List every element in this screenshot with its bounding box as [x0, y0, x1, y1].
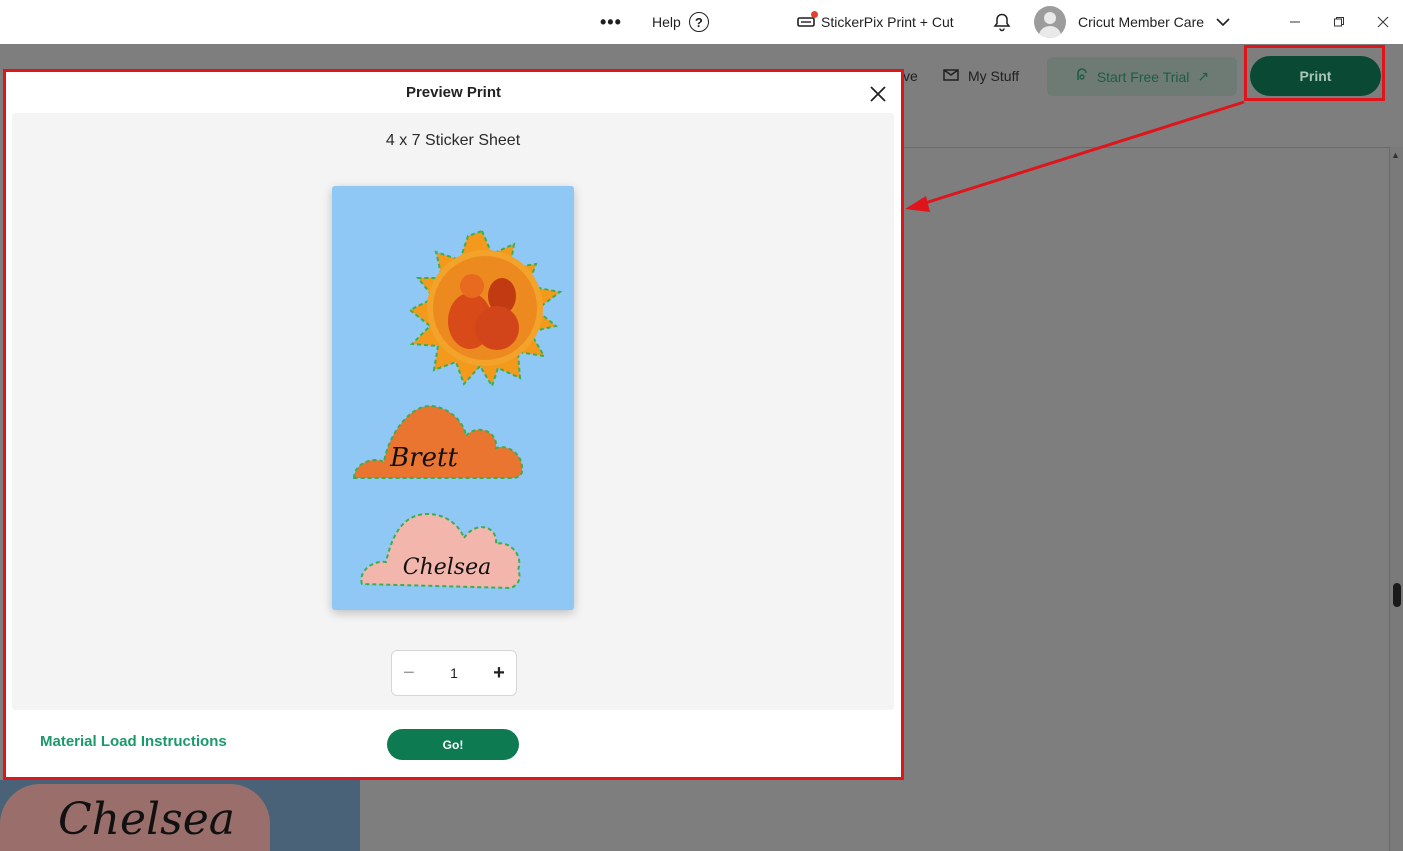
minimize-icon[interactable]: [1273, 0, 1317, 44]
preview-area: 4 x 7 Sticker Sheet Brett Chelsea − 1 +: [12, 113, 894, 710]
dialog-title: Preview Print: [405, 84, 502, 101]
increment-button[interactable]: +: [482, 651, 516, 695]
close-icon[interactable]: [868, 84, 888, 104]
quantity-value[interactable]: 1: [426, 651, 482, 695]
canvas-sticker-preview: Chelsea: [0, 780, 360, 851]
start-free-trial-button[interactable]: Start Free Trial ↗: [1047, 57, 1237, 96]
close-window-icon[interactable]: [1361, 0, 1403, 44]
question-circle-icon: ?: [688, 12, 709, 32]
chevron-down-icon: [1216, 14, 1230, 30]
machine-selector[interactable]: StickerPix Print + Cut: [797, 0, 954, 44]
go-button[interactable]: Go!: [387, 729, 519, 760]
save-button-partial[interactable]: ve: [903, 44, 918, 108]
machine-label: StickerPix Print + Cut: [821, 14, 954, 30]
my-stuff-label: My Stuff: [968, 68, 1020, 84]
help-button[interactable]: Help ?: [652, 0, 709, 44]
quantity-stepper: − 1 +: [391, 650, 517, 696]
sheet-size-label: 4 x 7 Sticker Sheet: [385, 132, 521, 149]
more-options-icon[interactable]: •••: [600, 0, 622, 44]
arrow-up-right-icon: ↗: [1197, 68, 1210, 84]
bell-icon[interactable]: [992, 0, 1012, 44]
chelsea-cloud-sticker: Chelsea: [360, 512, 521, 590]
title-bar: ••• Help ? StickerPix Print + Cut Cricut…: [0, 0, 1403, 44]
chelsea-text: Chelsea: [403, 555, 491, 580]
brett-cloud-sticker: Brett: [352, 404, 524, 480]
help-label: Help: [652, 14, 681, 30]
sticker-sheet: Brett Chelsea: [332, 186, 574, 610]
ruler-line: [903, 147, 1389, 148]
brett-text: Brett: [389, 443, 458, 473]
print-button-highlight: [1244, 45, 1385, 101]
material-load-instructions-link[interactable]: Material Load Instructions: [40, 733, 227, 750]
inbox-icon: [942, 67, 960, 86]
notification-dot: [811, 11, 818, 18]
restore-icon[interactable]: [1317, 0, 1361, 44]
trial-label: Start Free Trial: [1096, 68, 1190, 85]
printer-machine-icon: [797, 11, 818, 29]
decrement-button[interactable]: −: [392, 651, 426, 695]
crown-icon: [1075, 68, 1089, 85]
vertical-scrollbar[interactable]: [1389, 147, 1403, 851]
save-label: ve: [903, 68, 918, 84]
scroll-up-icon[interactable]: ▲: [1391, 150, 1400, 160]
account-menu[interactable]: Cricut Member Care: [1034, 0, 1230, 44]
scrollbar-thumb[interactable]: [1393, 583, 1401, 607]
preview-print-dialog: Preview Print 4 x 7 Sticker Sheet Brett …: [6, 72, 901, 777]
sun-photo-sticker: [408, 229, 563, 389]
my-stuff-button[interactable]: My Stuff: [942, 44, 1019, 108]
avatar: [1034, 6, 1066, 38]
account-name: Cricut Member Care: [1078, 14, 1205, 30]
canvas-sticker-text: Chelsea: [58, 794, 235, 845]
